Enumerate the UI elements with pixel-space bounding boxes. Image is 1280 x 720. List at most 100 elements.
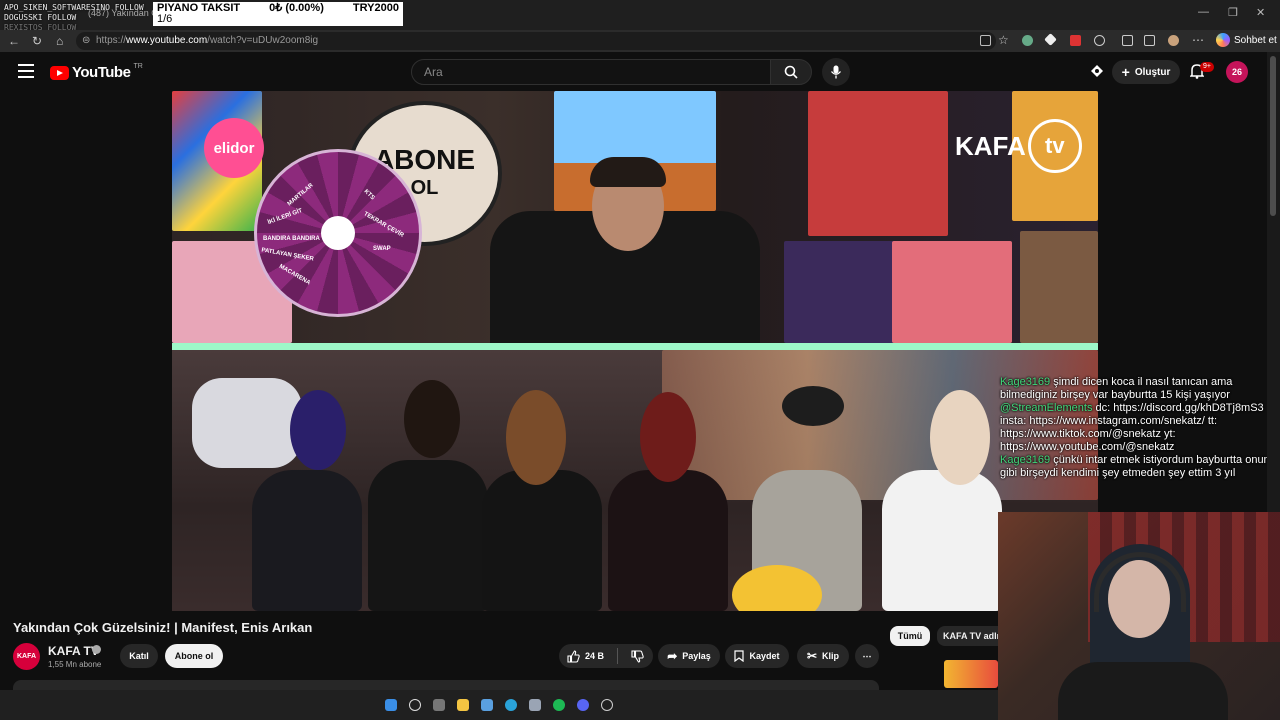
notification-count-badge: 9+ [1200,62,1214,72]
collections-icon[interactable] [1144,35,1155,46]
app-icon[interactable] [481,699,493,711]
voice-search-button[interactable] [822,58,850,86]
chat-username: Kage3169 [1000,454,1051,466]
youtube-play-icon [50,65,69,80]
guest-1 [252,470,362,611]
thumbs-up-icon[interactable] [567,649,580,663]
address-bar[interactable]: https://www.youtube.com/watch?v=uDUw2oom… [76,32,996,50]
filter-chip-all[interactable]: Tümü [890,626,930,646]
copilot-button[interactable]: Sohbet et [1216,33,1277,47]
sign-line-2: OL [410,176,439,199]
chat-message: Kage3169 şimdi dicen koca il nasıl tanıc… [1000,376,1278,402]
guest-1-hair [290,390,346,470]
like-dislike-group[interactable]: 24 B [559,644,653,668]
menu-icon[interactable] [18,64,34,78]
guest-6 [882,470,1002,611]
url-path: /watch?v=uDUw2oom8ig [207,35,319,46]
create-label: Oluştur [1134,66,1171,78]
region-code: TR [133,63,143,70]
kafa-tv-logo: KAFA tv [955,119,1082,173]
extension-icon[interactable] [1070,35,1081,46]
host-hair [590,157,666,187]
channel-avatar[interactable]: KAFA [13,643,40,670]
guest-2-hair [404,380,460,458]
file-explorer-icon[interactable] [457,699,469,711]
search-button[interactable] [770,59,812,85]
search-input[interactable]: Ara [411,59,771,85]
home-icon[interactable]: ⌂ [56,34,63,48]
more-actions-button[interactable]: ⋯ [855,644,879,668]
split-screen-divider [172,343,1098,350]
chat-username: Kage3169 [1000,376,1051,388]
guest-3-hair [506,390,566,485]
start-icon[interactable] [385,699,397,711]
guest-4 [608,470,728,611]
task-view-icon[interactable] [433,699,445,711]
video-bottom-frame [172,350,1098,611]
like-count: 24 B [585,651,605,661]
stream-follow-overlay: APO_SIKEN_SOFTWARESINO FOLLOW DOGUSSKI F… [4,3,144,33]
discord-icon[interactable] [577,699,589,711]
description-box[interactable] [13,680,879,690]
streamer-webcam [998,512,1280,720]
taskbar-search-icon[interactable] [409,699,421,711]
favorite-star-icon[interactable]: ☆ [998,33,1009,47]
account-avatar[interactable]: 26 [1226,61,1248,83]
site-info-icon[interactable]: ⊜ [82,35,90,46]
channel-name[interactable]: KAFA TV [48,644,99,658]
app-install-icon[interactable] [980,35,991,46]
spotify-icon[interactable] [553,699,565,711]
ticker-page: 1/6 [157,13,173,25]
extension-icon[interactable] [1094,35,1105,46]
video-top-frame: elidor ABONE OL MARTILAR İKİ İLERİ GİT B… [172,91,1098,351]
wheel-hub [321,216,355,250]
share-button[interactable]: ➦ Paylaş [658,644,720,668]
video-title: Yakından Çok Güzelsiniz! | Manifest, Eni… [13,620,313,635]
youtube-wordmark: YouTube [72,64,131,81]
close-window-button[interactable]: ✕ [1256,6,1265,19]
scrollbar-thumb[interactable] [1270,56,1276,216]
split-screen-icon[interactable] [1122,35,1133,46]
video-player[interactable]: elidor ABONE OL MARTILAR İKİ İLERİ GİT B… [172,91,1098,611]
more-menu-icon[interactable]: ⋯ [1192,33,1204,47]
microphone-icon [830,65,842,79]
youtube-logo[interactable]: YouTube TR [50,63,143,81]
guest-4-hair [640,392,696,482]
guest-5-hat [782,386,844,426]
steam-icon[interactable] [529,699,541,711]
elidor-brand-badge: elidor [204,118,264,178]
wheel-label: İKİ İLERİ GİT [267,207,304,227]
chat-username: @StreamElements [1000,402,1093,414]
like-divider [617,648,619,664]
profile-icon[interactable] [1168,35,1179,46]
extension-icon[interactable] [1022,35,1033,46]
subscriber-count: 1,55 Mn abone [48,660,102,669]
follower-name: APO_SIKEN_SOFTWARESINO FOLLOW [4,3,144,12]
wheel-label: PATLAYAN ŞEKER [260,247,315,263]
pacman-poster [784,241,894,343]
save-label: Kaydet [749,651,780,661]
stream-chat-overlay: Kage3169 şimdi dicen koca il nasıl tanıc… [1000,376,1278,480]
edge-icon[interactable] [505,699,517,711]
back-icon[interactable]: ← [8,34,20,48]
save-button[interactable]: Kaydet [725,644,789,668]
portrait-poster [808,91,948,236]
thumbs-down-icon[interactable] [631,649,644,663]
clip-button[interactable]: ✂ Klip [797,644,849,668]
gameboy-poster [892,241,1012,343]
obs-icon[interactable] [601,699,613,711]
kafa-logo-text: KAFA [955,130,1026,161]
subscribe-button[interactable]: Abone ol [165,644,223,668]
filter-chip-channel[interactable]: KAFA TV adlı [937,626,998,646]
minimize-button[interactable]: — [1198,6,1209,18]
wheel-label: TEKRAR ÇEVİR [362,211,405,239]
premium-badge-icon[interactable] [1090,64,1104,78]
create-button[interactable]: + Oluştur [1112,60,1180,84]
ticker-amount: 0₺ (0.00%) [269,2,324,14]
reload-icon[interactable]: ↻ [32,34,42,48]
share-icon: ➦ [667,649,678,663]
join-button[interactable]: Katıl [120,644,158,668]
clip-label: Klip [822,651,840,661]
maximize-button[interactable]: ❐ [1228,6,1238,19]
recommended-video-thumbnail[interactable] [944,660,998,688]
